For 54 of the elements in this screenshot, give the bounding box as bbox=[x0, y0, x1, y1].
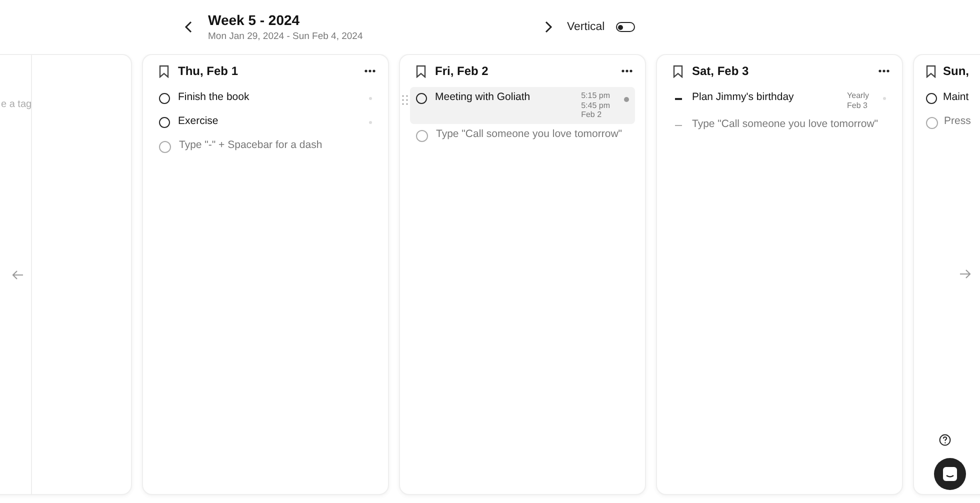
checkbox-icon[interactable] bbox=[159, 141, 171, 153]
bookmark-icon[interactable] bbox=[673, 64, 683, 78]
chat-bubble-icon[interactable] bbox=[942, 466, 958, 482]
status-dot bbox=[369, 121, 372, 124]
checkbox-icon[interactable] bbox=[926, 93, 937, 104]
task-text: Plan Jimmy's birthday bbox=[692, 91, 795, 103]
task-text: Maint bbox=[943, 91, 970, 103]
task-meta: 5:15 pm bbox=[581, 91, 610, 101]
day-title: Sun, bbox=[943, 64, 970, 78]
bookmark-icon[interactable] bbox=[159, 64, 169, 78]
checkbox-icon[interactable] bbox=[926, 117, 938, 129]
help-icon[interactable] bbox=[939, 434, 951, 446]
task-row[interactable]: Type "Call someone you love tomorrow" bbox=[410, 124, 635, 148]
new-task-input[interactable]: Type "Call someone you love tomorrow" bbox=[692, 118, 886, 130]
new-task-input[interactable]: Type "Call someone you love tomorrow" bbox=[436, 128, 629, 140]
week-title: Week 5 - 2024 bbox=[208, 12, 301, 28]
more-icon[interactable] bbox=[878, 69, 890, 73]
checkbox-icon[interactable] bbox=[159, 93, 170, 104]
task-text: Exercise bbox=[178, 115, 220, 127]
checkbox-icon[interactable] bbox=[416, 130, 428, 142]
drag-handle-icon[interactable] bbox=[402, 95, 408, 105]
more-icon[interactable] bbox=[364, 69, 376, 73]
more-icon[interactable] bbox=[621, 69, 633, 73]
day-title: Sat, Feb 3 bbox=[692, 64, 750, 78]
task-row[interactable]: Exercise bbox=[153, 111, 378, 135]
status-dot bbox=[369, 97, 372, 100]
task-row[interactable]: Type "-" + Spacebar for a dash bbox=[153, 135, 378, 159]
dash-icon bbox=[675, 98, 682, 100]
task-meta: Feb 3 bbox=[847, 100, 869, 110]
left-arrow-icon[interactable] bbox=[12, 270, 24, 280]
status-dot bbox=[883, 97, 886, 100]
task-meta: 5:45 pm bbox=[581, 100, 610, 110]
task-row[interactable]: Plan Jimmy's birthday Yearly Feb 3 bbox=[667, 87, 892, 114]
vertical-label: Vertical bbox=[567, 21, 605, 33]
task-text: Finish the book bbox=[178, 91, 250, 103]
new-task-input[interactable]: e a tag bbox=[1, 99, 32, 110]
right-arrow-icon[interactable] bbox=[959, 269, 971, 279]
date-range: Mon Jan 29, 2024 - Sun Feb 4, 2024 bbox=[208, 31, 364, 42]
task-meta: Yearly bbox=[847, 91, 869, 101]
day-title: Thu, Feb 1 bbox=[178, 64, 239, 78]
task-row[interactable]: Type "Call someone you love tomorrow" bbox=[667, 114, 892, 138]
checkbox-icon[interactable] bbox=[159, 117, 170, 128]
vertical-toggle[interactable] bbox=[616, 22, 635, 32]
bookmark-icon[interactable] bbox=[416, 64, 426, 78]
new-task-input[interactable]: Press bbox=[944, 115, 980, 127]
dash-icon bbox=[675, 125, 682, 126]
bookmark-icon[interactable] bbox=[926, 64, 936, 78]
day-title: Fri, Feb 2 bbox=[435, 64, 490, 78]
checkbox-icon[interactable] bbox=[416, 93, 427, 104]
new-task-input[interactable]: Type "-" + Spacebar for a dash bbox=[179, 139, 372, 151]
task-row[interactable]: Finish the book bbox=[153, 87, 378, 111]
status-dot bbox=[624, 97, 629, 102]
task-text: Meeting with Goliath bbox=[435, 91, 532, 103]
task-meta: Feb 2 bbox=[581, 110, 603, 120]
